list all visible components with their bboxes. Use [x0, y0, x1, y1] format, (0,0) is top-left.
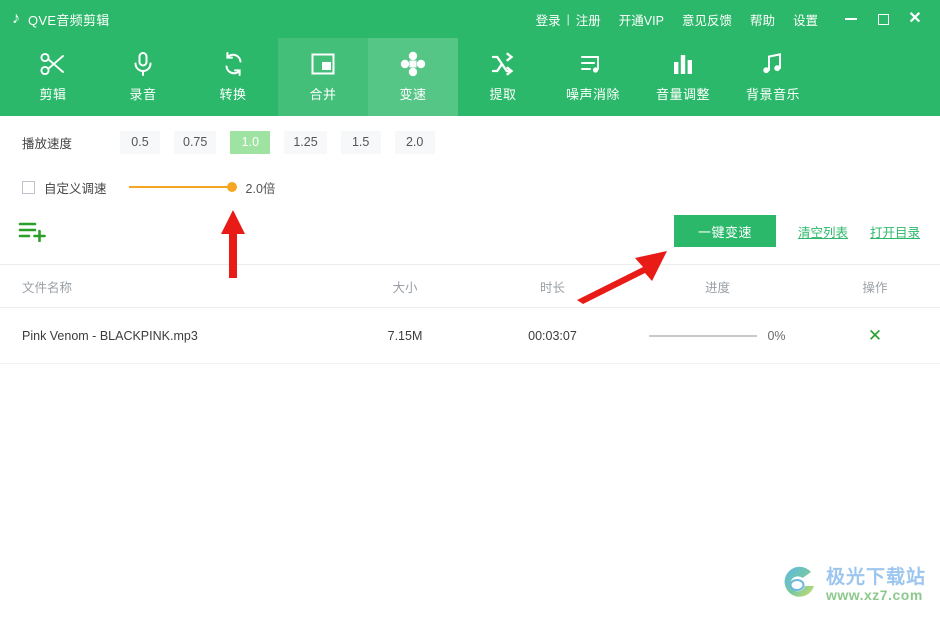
- speed-option-1.0[interactable]: 1.0: [230, 130, 271, 154]
- table-row[interactable]: Pink Venom - BLACKPINK.mp3 7.15M 00:03:0…: [0, 308, 940, 364]
- speed-cross-icon: [400, 51, 426, 77]
- tool-edit[interactable]: 剪辑: [8, 38, 98, 116]
- speed-option-group: 0.5 0.75 1.0 1.25 1.5 2.0: [120, 130, 435, 154]
- one-click-speed-button[interactable]: 一键变速: [673, 215, 776, 247]
- main-toolbar: 剪辑 录音 转换 合并 变速 提取 噪声消除 音量调整 背景音乐: [0, 38, 940, 116]
- menu-separator: |: [566, 12, 570, 26]
- custom-speed-row: 自定义调速 2.0倍: [0, 168, 940, 206]
- speed-option-2.0[interactable]: 2.0: [394, 130, 435, 154]
- tool-background-music[interactable]: 背景音乐: [728, 38, 818, 116]
- tool-label: 变速: [399, 87, 427, 102]
- app-title: QVE音频剪辑: [28, 12, 110, 28]
- microphone-icon: [131, 51, 155, 77]
- action-buttons: 一键变速 清空列表 打开目录: [673, 215, 920, 247]
- settings-link[interactable]: 设置: [793, 10, 818, 29]
- custom-speed-label[interactable]: 自定义调速: [44, 178, 107, 197]
- header-size: 大小: [392, 280, 418, 295]
- tool-merge[interactable]: 合并: [278, 38, 368, 116]
- custom-speed-slider[interactable]: [128, 180, 237, 194]
- open-folder-link[interactable]: 打开目录: [870, 222, 920, 241]
- maximize-button[interactable]: [868, 4, 898, 34]
- tool-speed[interactable]: 变速: [368, 38, 458, 116]
- slider-track: [128, 186, 234, 188]
- tool-label: 剪辑: [39, 87, 67, 102]
- tool-label: 转换: [219, 87, 247, 102]
- scissors-icon: [39, 51, 67, 77]
- minimize-button[interactable]: [836, 4, 866, 34]
- speed-option-1.25[interactable]: 1.25: [284, 130, 327, 154]
- table-header: 文件名称 大小 时长 进度 操作: [0, 264, 940, 308]
- close-icon: ✕: [908, 10, 922, 27]
- header-progress: 进度: [704, 280, 730, 295]
- speed-option-0.5[interactable]: 0.5: [120, 130, 160, 154]
- tool-label: 录音: [129, 87, 157, 102]
- playback-speed-row: 播放速度 0.5 0.75 1.0 1.25 1.5 2.0: [0, 116, 940, 168]
- tool-label: 背景音乐: [745, 87, 800, 102]
- title-menu: 登录 | 注册 开通VIP 意见反馈 帮助 设置: [536, 10, 836, 29]
- speed-option-1.5[interactable]: 1.5: [340, 130, 381, 154]
- cell-duration: 00:03:07: [528, 328, 577, 343]
- header-duration: 时长: [539, 280, 565, 295]
- custom-speed-checkbox[interactable]: [22, 180, 35, 194]
- feedback-link[interactable]: 意见反馈: [682, 10, 732, 29]
- noise-reduce-icon: [579, 51, 607, 77]
- close-button[interactable]: ✕: [900, 4, 930, 34]
- register-link[interactable]: 注册: [576, 10, 601, 29]
- application-window: ♪ QVE音频剪辑 登录 | 注册 开通VIP 意见反馈 帮助 设置 ✕ 剪辑 …: [0, 0, 940, 620]
- slider-knob[interactable]: [226, 182, 237, 192]
- shuffle-extract-icon: [490, 51, 516, 77]
- vip-link[interactable]: 开通VIP: [619, 10, 664, 29]
- tool-convert[interactable]: 转换: [188, 38, 278, 116]
- cell-file-name: Pink Venom - BLACKPINK.mp3: [22, 328, 198, 343]
- tool-label: 音量调整: [655, 87, 710, 102]
- custom-speed-value: 2.0倍: [245, 181, 276, 196]
- merge-frame-icon: [310, 51, 336, 77]
- speed-option-0.75[interactable]: 0.75: [174, 130, 217, 154]
- login-link[interactable]: 登录: [536, 10, 561, 29]
- clear-list-link[interactable]: 清空列表: [798, 222, 848, 241]
- delete-row-icon[interactable]: ✕: [868, 326, 882, 345]
- maximize-icon: [877, 13, 889, 25]
- window-controls: ✕: [836, 4, 940, 34]
- speed-panel: 播放速度 0.5 0.75 1.0 1.25 1.5 2.0 自定义调速 2.0…: [0, 116, 940, 620]
- add-file-list-icon[interactable]: [18, 218, 52, 244]
- header-file-name: 文件名称: [22, 280, 73, 295]
- file-table: 文件名称 大小 时长 进度 操作 Pink Venom - BLACKPINK.…: [0, 264, 940, 364]
- progress-label: 0%: [767, 328, 786, 343]
- tool-noise-reduce[interactable]: 噪声消除: [548, 38, 638, 116]
- account-links: 登录 | 注册: [536, 10, 601, 29]
- music-note-icon: ♪: [12, 10, 20, 27]
- cell-size: 7.15M: [387, 328, 423, 343]
- minimize-icon: [845, 18, 857, 20]
- playback-speed-label: 播放速度: [22, 136, 73, 151]
- progress-bar: [649, 334, 758, 337]
- actions-row: 一键变速 清空列表 打开目录: [0, 206, 940, 256]
- cell-progress: 0%: [625, 329, 810, 343]
- music-notes-icon: [761, 51, 785, 77]
- tool-volume-adjust[interactable]: 音量调整: [638, 38, 728, 116]
- volume-bars-icon: [671, 51, 695, 77]
- tool-label: 提取: [489, 87, 517, 102]
- tool-label: 合并: [309, 87, 337, 102]
- app-brand: ♪ QVE音频剪辑: [12, 10, 110, 29]
- tool-label: 噪声消除: [565, 87, 620, 102]
- tool-record[interactable]: 录音: [98, 38, 188, 116]
- title-bar: ♪ QVE音频剪辑 登录 | 注册 开通VIP 意见反馈 帮助 设置 ✕: [0, 0, 940, 38]
- convert-refresh-icon: [221, 51, 246, 77]
- header-operation: 操作: [862, 280, 888, 295]
- cell-operation: ✕: [810, 327, 940, 344]
- help-link[interactable]: 帮助: [750, 10, 775, 29]
- tool-extract[interactable]: 提取: [458, 38, 548, 116]
